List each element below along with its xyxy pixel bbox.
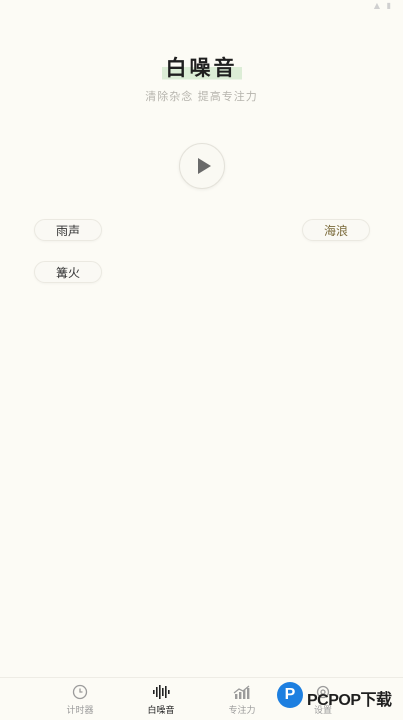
status-icons: ▲ ▮: [373, 1, 393, 10]
clock-icon: [50, 681, 110, 703]
play-icon: [198, 158, 211, 174]
pcpop-logo-icon: P: [277, 682, 303, 708]
status-bar: ▲ ▮: [0, 0, 403, 14]
tab-focus[interactable]: 专注力: [212, 681, 272, 716]
sound-chip-rain[interactable]: 雨声: [34, 219, 102, 241]
chart-icon: [212, 681, 272, 703]
tab-timer[interactable]: 计时器: [50, 681, 110, 716]
watermark-text: PCPOP下载: [307, 692, 392, 709]
page-title: 白噪音: [161, 52, 242, 82]
tab-label: 专注力: [228, 706, 256, 716]
tab-white-noise[interactable]: 白噪音: [131, 681, 191, 716]
watermark: P PCPOP下载: [275, 678, 403, 718]
sound-chip-bonfire[interactable]: 篝火: [34, 261, 102, 283]
play-button[interactable]: [179, 143, 225, 189]
tab-label: 计时器: [66, 706, 94, 716]
page-subtitle: 清除杂念 提高专注力: [145, 90, 258, 103]
tab-label: 白噪音: [147, 706, 175, 716]
soundwave-icon: [131, 681, 191, 703]
sound-chip-waves[interactable]: 海浪: [302, 219, 370, 241]
title-wrap: 白噪音: [0, 52, 403, 82]
